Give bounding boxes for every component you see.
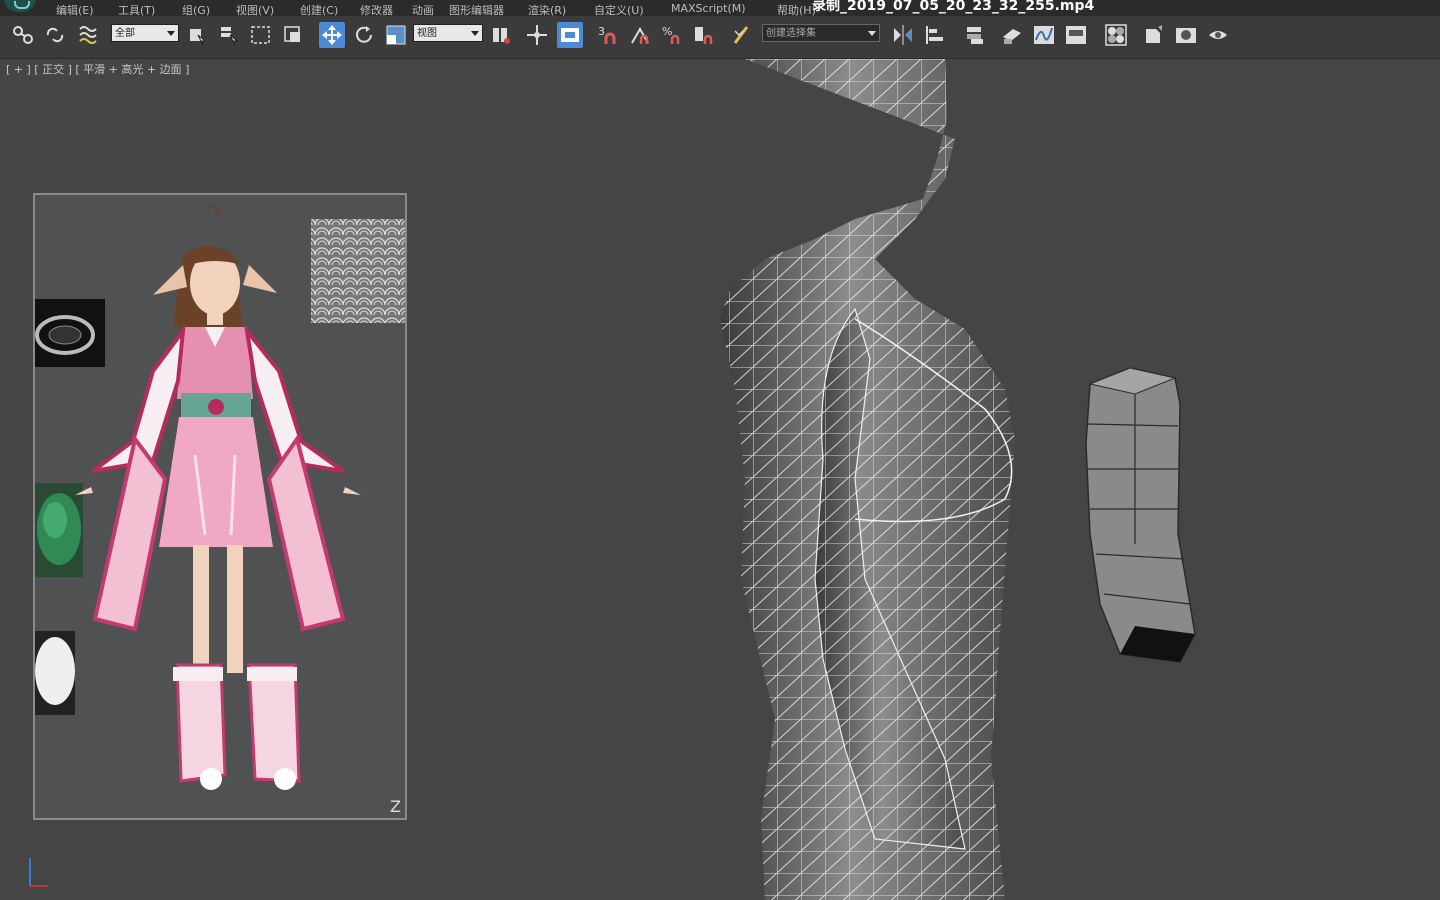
chevron-down-icon — [868, 31, 876, 36]
unlink-icon[interactable] — [42, 22, 68, 48]
curve-editor-icon[interactable] — [1031, 22, 1057, 48]
bind-spacewarp-icon[interactable] — [76, 22, 102, 48]
rendered-frame-icon[interactable] — [1173, 22, 1199, 48]
render-icon[interactable] — [1205, 22, 1231, 48]
reference-coord-value: 视图 — [417, 28, 437, 39]
named-selection-dropdown[interactable]: 创建选择集 — [762, 24, 880, 42]
menu-bar: 编辑(E) 工具(T) 组(G) 视图(V) 创建(C) 修改器 动画 图形编辑… — [0, 0, 1440, 17]
window-crossing-icon[interactable] — [280, 22, 306, 48]
schematic-view-icon[interactable] — [1063, 22, 1089, 48]
snap-toggle-icon[interactable]: 3 — [595, 22, 621, 48]
app-logo-icon[interactable] — [4, 0, 36, 12]
selection-filter-value: 全部 — [115, 28, 135, 39]
angle-snap-icon[interactable] — [628, 22, 654, 48]
layer-manager-icon[interactable] — [962, 22, 988, 48]
arm-box-model[interactable] — [1080, 364, 1210, 664]
select-rotate-icon[interactable] — [351, 22, 377, 48]
named-selection-value: 创建选择集 — [766, 28, 816, 39]
manipulate-icon[interactable] — [524, 22, 550, 48]
chevron-down-icon — [471, 31, 479, 36]
viewport-corner-mark: Z — [390, 797, 401, 816]
menu-maxscript[interactable]: MAXScript(M) — [671, 2, 746, 15]
viewport-label[interactable]: [ + ] [ 正交 ] [ 平滑 + 高光 + 边面 ] — [6, 61, 189, 77]
torso-wireframe-model[interactable] — [705, 59, 1035, 900]
select-move-icon[interactable] — [319, 22, 345, 48]
select-object-icon[interactable] — [184, 22, 210, 48]
snap-label: 3 — [598, 25, 605, 38]
align-icon[interactable] — [922, 22, 948, 48]
rect-region-icon[interactable] — [248, 22, 274, 48]
viewport-front[interactable]: [ + ] [ 正交 ] [ 平滑 + 高光 + 边面 ] Z — [0, 59, 1440, 900]
select-by-name-icon[interactable] — [216, 22, 242, 48]
axis-gizmo-icon — [29, 858, 48, 887]
character-concept-image — [35, 195, 405, 818]
percent-snap-icon[interactable]: % — [660, 22, 686, 48]
main-toolbar: 全部 视图 3 % 创建选择集 — [0, 16, 1440, 59]
select-scale-icon[interactable] — [383, 22, 409, 48]
keyboard-shortcut-icon[interactable] — [557, 22, 583, 48]
spinner-snap-icon[interactable] — [692, 22, 718, 48]
link-icon[interactable] — [10, 22, 36, 48]
window-title: 录制_2019_07_05_20_23_32_255.mp4 — [812, 0, 1095, 14]
render-setup-icon[interactable] — [1141, 22, 1167, 48]
reference-coord-dropdown[interactable]: 视图 — [413, 24, 483, 42]
graphite-icon[interactable] — [999, 22, 1025, 48]
edit-named-sel-icon[interactable] — [730, 22, 756, 48]
mirror-icon[interactable] — [890, 22, 916, 48]
material-editor-icon[interactable] — [1103, 22, 1129, 48]
reference-image-plane[interactable]: Z — [33, 193, 407, 820]
chevron-down-icon — [167, 31, 175, 36]
selection-filter-dropdown[interactable]: 全部 — [111, 24, 179, 42]
percent-label: % — [662, 25, 672, 38]
pivot-icon[interactable] — [488, 22, 514, 48]
